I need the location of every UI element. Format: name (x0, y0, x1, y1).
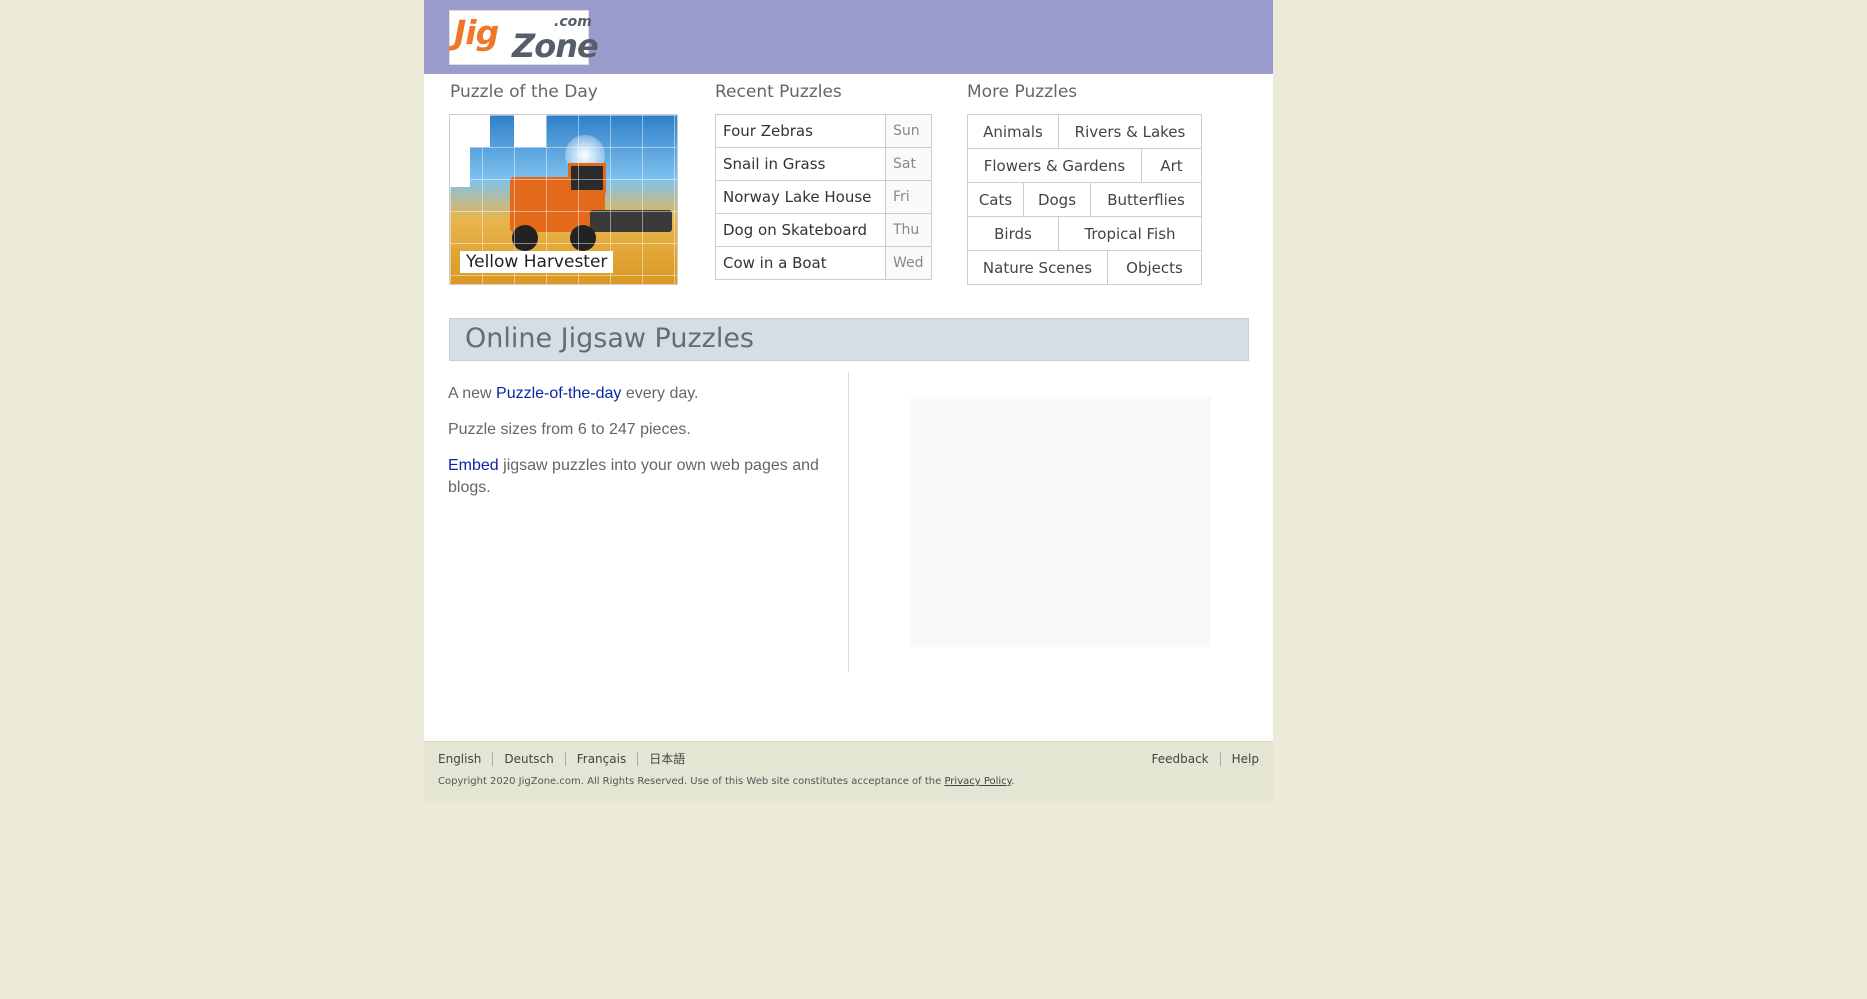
recent-puzzle-day: Wed (885, 246, 932, 280)
embed-link[interactable]: Embed (448, 457, 499, 474)
copyright-text: . (1011, 776, 1015, 787)
recent-puzzle-day: Fri (885, 180, 932, 214)
banner-title: Online Jigsaw Puzzles (465, 323, 754, 354)
recent-puzzle-name[interactable]: Snail in Grass (715, 147, 886, 181)
recent-puzzle-row[interactable]: Four Zebras Sun (715, 114, 932, 148)
help-link[interactable]: Help (1219, 752, 1259, 766)
category-link[interactable]: Tropical Fish (1058, 216, 1202, 251)
missing-piece (514, 115, 546, 147)
copyright-text: Copyright 2020 JigZone.com. All Rights R… (438, 776, 945, 787)
info-line-3: Embed jigsaw puzzles into your own web p… (448, 455, 828, 499)
potd-label: Yellow Harvester (460, 251, 614, 273)
footer: English Deutsch Français 日本語 Feedback Help … (424, 741, 1273, 801)
category-link[interactable]: Cats (967, 182, 1024, 217)
category-row: Flowers & Gardens Art (967, 148, 1248, 183)
potd-title: Puzzle of the Day (450, 82, 598, 102)
column-divider (848, 372, 849, 672)
recent-puzzle-row[interactable]: Norway Lake House Fri (715, 180, 932, 214)
category-row: Nature Scenes Objects (967, 250, 1248, 285)
language-link[interactable]: 日本語 (637, 752, 696, 766)
language-links: English Deutsch Français 日本語 (438, 752, 696, 766)
category-link[interactable]: Nature Scenes (967, 250, 1108, 285)
logo-com: .com (554, 14, 592, 30)
category-link[interactable]: Animals (967, 114, 1059, 149)
category-link[interactable]: Art (1141, 148, 1202, 183)
logo-zone: Zone (512, 27, 599, 65)
puzzle-of-the-day-link[interactable]: Puzzle-of-the-day (496, 385, 621, 402)
language-link[interactable]: English (438, 752, 492, 766)
recent-puzzle-row[interactable]: Snail in Grass Sat (715, 147, 932, 181)
logo-jig: Jig (454, 13, 499, 52)
jigzone-logo[interactable]: Jig Zone .com (449, 10, 599, 65)
language-link[interactable]: Français (564, 752, 637, 766)
recent-puzzle-name[interactable]: Dog on Skateboard (715, 213, 886, 247)
info-text: A new (448, 385, 497, 402)
feedback-link[interactable]: Feedback (1151, 752, 1208, 766)
category-link[interactable]: Dogs (1023, 182, 1091, 217)
recent-puzzle-day: Thu (885, 213, 932, 247)
header: Jig Zone .com (424, 0, 1273, 74)
info-line-1: A new Puzzle-of-the-day every day. (448, 383, 828, 405)
recent-puzzle-name[interactable]: Four Zebras (715, 114, 886, 148)
recent-puzzles-title: Recent Puzzles (715, 82, 842, 102)
banner: Online Jigsaw Puzzles (449, 318, 1249, 361)
recent-puzzle-day: Sun (885, 114, 932, 148)
category-row: Cats Dogs Butterflies (967, 182, 1248, 217)
page: Jig Zone .com Puzzle of the Day Recent P… (424, 0, 1273, 801)
ad-placeholder (911, 397, 1211, 647)
more-puzzles-grid: Animals Rivers & Lakes Flowers & Gardens Ar… (967, 114, 1248, 285)
privacy-policy-link[interactable]: Privacy Policy (944, 776, 1011, 787)
category-link[interactable]: Flowers & Gardens (967, 148, 1142, 183)
category-row: Animals Rivers & Lakes (967, 114, 1248, 149)
recent-puzzle-day: Sat (885, 147, 932, 181)
recent-puzzle-name[interactable]: Cow in a Boat (715, 246, 886, 280)
category-link[interactable]: Objects (1107, 250, 1202, 285)
recent-puzzle-row[interactable]: Dog on Skateboard Thu (715, 213, 932, 247)
puzzle-of-the-day-image[interactable]: Yellow Harvester (449, 114, 678, 285)
info-text: every day. (621, 385, 699, 402)
info-text: jigsaw puzzles into your own web pages a… (448, 457, 819, 496)
missing-piece (450, 115, 490, 147)
more-puzzles-title: More Puzzles (967, 82, 1078, 102)
recent-puzzle-row[interactable]: Cow in a Boat Wed (715, 246, 932, 280)
language-link[interactable]: Deutsch (492, 752, 564, 766)
category-link[interactable]: Butterflies (1090, 182, 1202, 217)
copyright: Copyright 2020 JigZone.com. All Rights R… (438, 776, 1014, 787)
recent-puzzles-table: Four Zebras Sun Snail in Grass Sat Norway La… (715, 114, 932, 280)
category-row: Birds Tropical Fish (967, 216, 1248, 251)
missing-piece (450, 147, 470, 187)
category-link[interactable]: Birds (967, 216, 1059, 251)
recent-puzzle-name[interactable]: Norway Lake House (715, 180, 886, 214)
footer-right-links: Feedback Help (1151, 752, 1259, 766)
info-line-2: Puzzle sizes from 6 to 247 pieces. (448, 421, 691, 438)
category-link[interactable]: Rivers & Lakes (1058, 114, 1202, 149)
